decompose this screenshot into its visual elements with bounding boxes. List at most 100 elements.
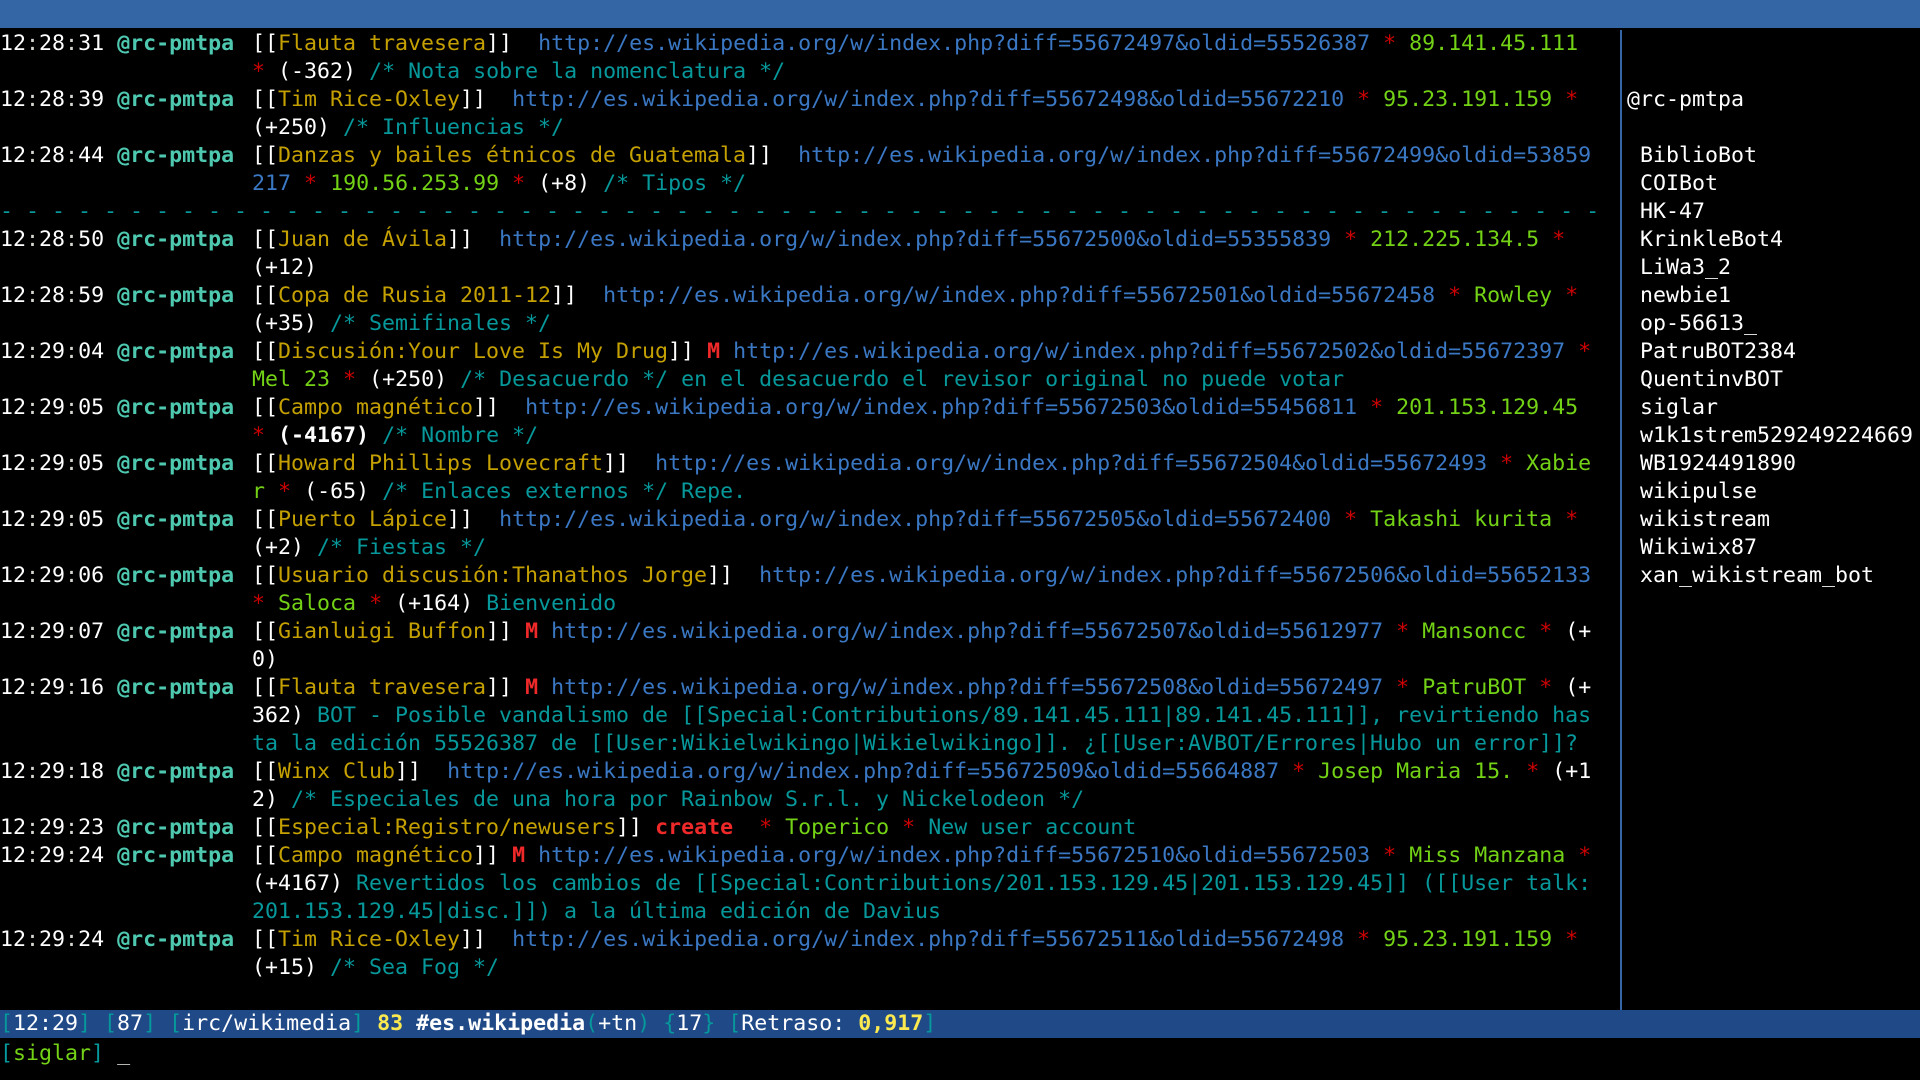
article-link[interactable]: Puerto Lápice bbox=[278, 507, 447, 532]
chat-line: 12:29:05 @rc-pmtpa | [[Howard Phillips L… bbox=[0, 450, 1610, 506]
article-link[interactable]: Copa de Rusia 2011-12 bbox=[278, 283, 551, 308]
line-prefix: 12:29:04 @rc-pmtpa | bbox=[0, 338, 252, 394]
sender-nick[interactable]: @rc-pmtpa bbox=[117, 759, 234, 784]
article-link[interactable]: Campo magnético bbox=[278, 843, 473, 868]
sender-nick[interactable]: @rc-pmtpa bbox=[117, 87, 234, 112]
editor-name[interactable]: Toperico bbox=[785, 815, 889, 840]
article-link[interactable]: Especial:Registro/newusers bbox=[278, 815, 616, 840]
editor-name[interactable]: Miss Manzana bbox=[1409, 843, 1565, 868]
sender-nick[interactable]: @rc-pmtpa bbox=[117, 395, 234, 420]
nicklist-user[interactable]: w1k1strem529249224669 bbox=[1627, 422, 1920, 450]
timestamp: 12:29:07 bbox=[0, 619, 105, 644]
timestamp: 12:29:06 bbox=[0, 563, 105, 588]
editor-name[interactable]: 89.141.45.111 bbox=[1409, 31, 1578, 56]
editor-name[interactable]: 190.56.253.99 bbox=[330, 171, 499, 196]
article-link[interactable]: Gianluigi Buffon bbox=[278, 619, 486, 644]
editor-name[interactable]: 95.23.191.159 bbox=[1383, 87, 1552, 112]
article-link[interactable]: Usuario discusión:Thanathos Jorge bbox=[278, 563, 707, 588]
sender-nick[interactable]: @rc-pmtpa bbox=[117, 507, 234, 532]
diff-url[interactable]: http://es.wikipedia.org/w/index.php?diff… bbox=[499, 227, 1331, 252]
sender-nick[interactable]: @rc-pmtpa bbox=[117, 927, 234, 952]
timestamp-hours: 12 bbox=[0, 507, 27, 532]
editor-name[interactable]: Takashi kurita bbox=[1370, 507, 1552, 532]
nicklist-user[interactable]: KrinkleBot4 bbox=[1627, 226, 1920, 254]
editor-name[interactable]: Rowley bbox=[1474, 283, 1552, 308]
article-link[interactable]: Discusión:Your Love Is My Drug bbox=[278, 339, 668, 364]
timestamp-minutes: 29 bbox=[39, 927, 66, 952]
nicklist[interactable]: @rc-pmtpa BiblioBot COIBot HK-47 KrinkleBot… bbox=[1620, 30, 1920, 1010]
diff-url[interactable]: http://es.wikipedia.org/w/index.php?diff… bbox=[512, 927, 1344, 952]
sender-nick[interactable]: @rc-pmtpa bbox=[117, 31, 234, 56]
sender-nick[interactable]: @rc-pmtpa bbox=[117, 451, 234, 476]
diff-url[interactable]: http://es.wikipedia.org/w/index.php?diff… bbox=[603, 283, 1435, 308]
chat-buffer[interactable]: 12:28:31 @rc-pmtpa | [[Flauta travesera]… bbox=[0, 30, 1610, 1010]
nicklist-user[interactable]: COIBot bbox=[1627, 170, 1920, 198]
article-link[interactable]: Danzas y bailes étnicos de Guatemala bbox=[278, 143, 746, 168]
article-link[interactable]: Juan de Ávila bbox=[278, 227, 447, 252]
nicklist-user[interactable]: xan_wikistream_bot bbox=[1627, 562, 1920, 590]
sender-nick[interactable]: @rc-pmtpa bbox=[117, 843, 234, 868]
sender-nick[interactable]: @rc-pmtpa bbox=[117, 563, 234, 588]
nicklist-user[interactable]: LiWa3_2 bbox=[1627, 254, 1920, 282]
line-prefix: 12:28:59 @rc-pmtpa | bbox=[0, 282, 252, 338]
input-line[interactable]: [siglar] _ bbox=[0, 1040, 1920, 1068]
diff-url[interactable]: http://es.wikipedia.org/w/index.php?diff… bbox=[655, 451, 1487, 476]
article-link[interactable]: Tim Rice-Oxley bbox=[278, 87, 460, 112]
sender-nick[interactable]: @rc-pmtpa bbox=[117, 143, 234, 168]
timestamp-minutes: 29 bbox=[39, 507, 66, 532]
sender-nick[interactable]: @rc-pmtpa bbox=[117, 675, 234, 700]
message-text: [[Discusión:Your Love Is My Drug]] M htt… bbox=[252, 339, 1592, 392]
section-comment: /* Tipos */ bbox=[603, 171, 747, 196]
diff-url[interactable]: http://es.wikipedia.org/w/index.php?diff… bbox=[759, 563, 1591, 588]
nicklist-user[interactable]: Wikiwix87 bbox=[1627, 534, 1920, 562]
diff-url[interactable]: http://es.wikipedia.org/w/index.php?diff… bbox=[525, 395, 1357, 420]
article-link[interactable]: Tim Rice-Oxley bbox=[278, 927, 460, 952]
sender-nick[interactable]: @rc-pmtpa bbox=[117, 815, 234, 840]
diff-url[interactable]: http://es.wikipedia.org/w/index.php?diff… bbox=[733, 339, 1565, 364]
timestamp-seconds: 16 bbox=[78, 675, 105, 700]
editor-name[interactable]: Mel 23 bbox=[252, 367, 330, 392]
nicklist-user[interactable]: BiblioBot bbox=[1627, 142, 1920, 170]
article-link[interactable]: Campo magnético bbox=[278, 395, 473, 420]
diff-url[interactable]: http://es.wikipedia.org/w/index.php?diff… bbox=[551, 619, 1383, 644]
nicklist-user[interactable]: PatruBOT2384 bbox=[1627, 338, 1920, 366]
diff-url[interactable]: http://es.wikipedia.org/w/index.php?diff… bbox=[538, 843, 1370, 868]
edit-summary: Repe. bbox=[681, 479, 747, 504]
timestamp-minutes: 29 bbox=[39, 815, 66, 840]
editor-name[interactable]: 201.153.129.45 bbox=[1396, 395, 1578, 420]
sender-nick[interactable]: @rc-pmtpa bbox=[117, 339, 234, 364]
diff-url[interactable]: http://es.wikipedia.org/w/index.php?diff… bbox=[447, 759, 1279, 784]
nicklist-user[interactable]: op-56613_ bbox=[1627, 310, 1920, 338]
diff-url[interactable]: http://es.wikipedia.org/w/index.php?diff… bbox=[551, 675, 1383, 700]
editor-name[interactable]: PatruBOT bbox=[1422, 675, 1526, 700]
editor-name[interactable]: Mansoncc bbox=[1422, 619, 1526, 644]
article-link[interactable]: Flauta travesera bbox=[278, 675, 486, 700]
line-prefix: 12:29:16 @rc-pmtpa | bbox=[0, 674, 252, 758]
article-link[interactable]: Howard Phillips Lovecraft bbox=[278, 451, 603, 476]
nicklist-user[interactable]: WB1924491890 bbox=[1627, 450, 1920, 478]
nicklist-user[interactable]: siglar bbox=[1627, 394, 1920, 422]
sender-nick[interactable]: @rc-pmtpa bbox=[117, 283, 234, 308]
nicklist-user[interactable]: wikipulse bbox=[1627, 478, 1920, 506]
timestamp-hours: 12 bbox=[0, 759, 27, 784]
nicklist-user[interactable]: wikistream bbox=[1627, 506, 1920, 534]
diff-url[interactable]: http://es.wikipedia.org/w/index.php?diff… bbox=[499, 507, 1331, 532]
chat-line: 12:29:23 @rc-pmtpa | [[Especial:Registro… bbox=[0, 814, 1610, 842]
article-link[interactable]: Winx Club bbox=[278, 759, 395, 784]
nicklist-user[interactable]: HK-47 bbox=[1627, 198, 1920, 226]
sender-nick[interactable]: @rc-pmtpa bbox=[117, 619, 234, 644]
editor-name[interactable]: Saloca bbox=[278, 591, 356, 616]
nicklist-user[interactable]: QuentinvBOT bbox=[1627, 366, 1920, 394]
sender-nick[interactable]: @rc-pmtpa bbox=[117, 227, 234, 252]
chat-line: 12:29:06 @rc-pmtpa | [[Usuario discusión… bbox=[0, 562, 1610, 618]
article-link[interactable]: Flauta travesera bbox=[278, 31, 486, 56]
nicklist-user[interactable]: newbie1 bbox=[1627, 282, 1920, 310]
timestamp-minutes: 28 bbox=[39, 87, 66, 112]
diff-url[interactable]: http://es.wikipedia.org/w/index.php?diff… bbox=[538, 31, 1370, 56]
editor-name[interactable]: 95.23.191.159 bbox=[1383, 927, 1552, 952]
editor-name[interactable]: Josep Maria 15. bbox=[1318, 759, 1513, 784]
nicklist-op[interactable]: @rc-pmtpa bbox=[1627, 86, 1920, 114]
command-input[interactable] bbox=[130, 1041, 1831, 1067]
editor-name[interactable]: 212.225.134.5 bbox=[1370, 227, 1539, 252]
diff-url[interactable]: http://es.wikipedia.org/w/index.php?diff… bbox=[512, 87, 1344, 112]
